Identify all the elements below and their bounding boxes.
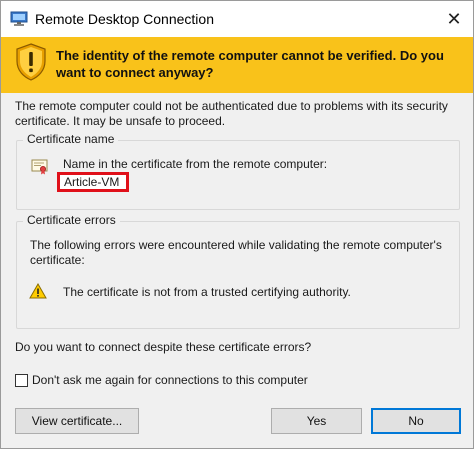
warning-shield-icon <box>16 43 46 81</box>
certificate-name-label: Name in the certificate from the remote … <box>63 157 328 171</box>
dont-ask-label[interactable]: Don't ask me again for connections to th… <box>32 373 308 387</box>
close-icon: ✕ <box>446 8 462 29</box>
intro-text: The remote computer could not be authent… <box>15 99 448 128</box>
dont-ask-row[interactable]: Don't ask me again for connections to th… <box>15 372 308 388</box>
dont-ask-checkbox[interactable] <box>15 373 28 387</box>
certificate-error-item: The certificate is not from a trusted ce… <box>63 285 351 299</box>
remote-desktop-dialog: Remote Desktop Connection ✕ The identity… <box>0 0 474 449</box>
yes-button[interactable]: Yes <box>271 408 362 434</box>
window-title: Remote Desktop Connection <box>35 11 214 27</box>
close-button[interactable]: ✕ <box>441 7 467 31</box>
certificate-name-group-label: Certificate name <box>23 132 119 146</box>
certificate-errors-group-label: Certificate errors <box>23 213 120 227</box>
view-certificate-button[interactable]: View certificate... <box>15 408 139 434</box>
connect-question: Do you want to connect despite these cer… <box>15 340 312 354</box>
warning-triangle-icon <box>29 283 47 299</box>
no-button[interactable]: No <box>371 408 461 434</box>
title-bar: Remote Desktop Connection ✕ <box>1 1 473 37</box>
certificate-name-value: Article-VM <box>57 172 129 192</box>
warning-banner: The identity of the remote computer cann… <box>1 37 473 93</box>
banner-message: The identity of the remote computer cann… <box>56 48 444 80</box>
certificate-errors-group: Certificate errors The following errors … <box>16 213 460 329</box>
remote-desktop-icon <box>10 11 28 26</box>
certificate-errors-description: The following errors were encountered wh… <box>30 238 442 267</box>
certificate-icon <box>31 159 48 175</box>
certificate-name-group: Certificate name Name in the certificate… <box>16 132 460 210</box>
